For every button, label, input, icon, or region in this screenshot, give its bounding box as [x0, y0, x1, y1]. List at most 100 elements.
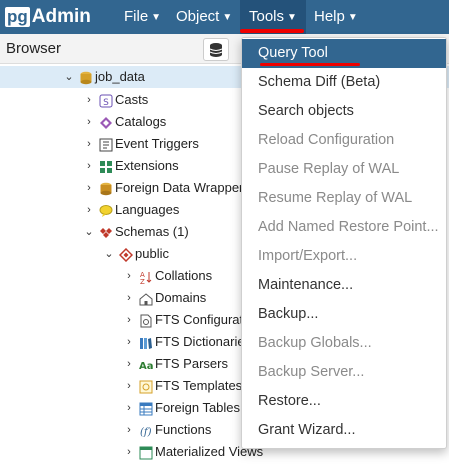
menu-item-schema-diff[interactable]: Schema Diff (Beta) [242, 68, 446, 97]
tree-node-label: Functions [155, 422, 212, 437]
menu-item-label: Backup Server... [258, 364, 365, 380]
top-navbar: pg Admin File ▼ Object ▼ Tools ▼ Help ▼ [0, 0, 449, 34]
menu-item-search-objects[interactable]: Search objects [242, 97, 446, 126]
tree-node-functions[interactable]: › (f) Functions [122, 419, 211, 441]
svg-text:Aa: Aa [139, 361, 153, 372]
logo-pg-mark: pg [5, 7, 30, 27]
schemas-icon [99, 225, 113, 239]
tree-node-schemas[interactable]: ⌄ Schemas (1) [82, 221, 189, 243]
menu-item-label: Maintenance... [258, 277, 354, 293]
chevron-right-icon[interactable]: › [122, 375, 136, 397]
menu-item-backup-server[interactable]: Backup Server... [242, 358, 446, 387]
menu-item-maintenance[interactable]: Maintenance... [242, 271, 446, 300]
extensions-icon [99, 159, 113, 173]
chevron-right-icon[interactable]: › [122, 441, 136, 463]
menu-object-label: Object [176, 8, 220, 25]
tree-node-foreign-data-wrapper[interactable]: › Foreign Data Wrapper [82, 177, 243, 199]
menu-item-label: Backup... [258, 306, 319, 322]
menu-tools-label: Tools [249, 8, 285, 25]
menu-item-grant-wizard[interactable]: Grant Wizard... [242, 416, 446, 445]
foreign-tables-icon [139, 401, 153, 416]
chevron-down-icon[interactable]: ⌄ [102, 243, 116, 265]
collations-icon: AZ [139, 269, 153, 286]
tree-node-fts-templates[interactable]: › FTS Templates [122, 375, 242, 397]
tree-node-label: Collations [155, 268, 213, 283]
menu-item-label: Restore... [258, 393, 321, 409]
chevron-down-icon[interactable]: ⌄ [62, 66, 76, 88]
chevron-right-icon[interactable]: › [122, 397, 136, 419]
menu-item-label: Resume Replay of WAL [258, 190, 413, 206]
menu-item-backup[interactable]: Backup... [242, 300, 446, 329]
tree-node-label: Extensions [115, 158, 179, 173]
chevron-right-icon[interactable]: › [82, 89, 96, 111]
query-tool-highlight-underline [260, 63, 360, 66]
chevron-down-icon[interactable]: ⌄ [82, 221, 96, 243]
menu-item-add-named-restore-point[interactable]: Add Named Restore Point... [242, 213, 446, 242]
catalogs-icon [99, 115, 113, 129]
chevron-down-icon: ▼ [347, 12, 358, 23]
menu-item-query-tool[interactable]: Query Tool [242, 39, 446, 68]
logo-admin-text: Admin [31, 6, 91, 27]
chevron-right-icon[interactable]: › [82, 133, 96, 155]
tree-node-casts[interactable]: › S Casts [82, 89, 148, 111]
chevron-right-icon[interactable]: › [82, 111, 96, 133]
tree-node-languages[interactable]: › Languages [82, 199, 179, 221]
casts-icon: S [99, 93, 113, 108]
tree-node-fts-parsers[interactable]: › Aa FTS Parsers [122, 353, 228, 375]
chevron-right-icon[interactable]: › [122, 331, 136, 353]
tree-node-label: Catalogs [115, 114, 167, 129]
chevron-right-icon[interactable]: › [82, 199, 96, 221]
tree-node-catalogs[interactable]: › Catalogs [82, 111, 166, 133]
tree-node-fts-dictionaries[interactable]: › FTS Dictionarie [122, 331, 245, 353]
chevron-right-icon[interactable]: › [122, 287, 136, 309]
database-icon [79, 70, 93, 85]
tree-node-label: Schemas (1) [115, 224, 189, 239]
tree-node-label: FTS Configurati [155, 312, 247, 327]
database-icon [209, 42, 223, 57]
menu-item-import-export[interactable]: Import/Export... [242, 242, 446, 271]
tools-dropdown-menu: Query Tool Schema Diff (Beta) Search obj… [241, 37, 447, 449]
tree-node-label: Foreign Tables [155, 400, 241, 415]
menu-help-label: Help [314, 8, 345, 25]
menu-item-label: Pause Replay of WAL [258, 161, 400, 177]
foreign-data-wrapper-icon [99, 181, 113, 196]
svg-text:S: S [103, 98, 109, 108]
chevron-right-icon[interactable]: › [82, 155, 96, 177]
tree-node-extensions[interactable]: › Extensions [82, 155, 179, 177]
svg-text:Z: Z [140, 278, 145, 284]
fts-config-icon [139, 313, 153, 328]
tree-node-label: FTS Dictionarie [155, 334, 245, 349]
menu-file[interactable]: File ▼ [124, 0, 161, 34]
chevron-right-icon[interactable]: › [122, 419, 136, 441]
menu-item-reload-configuration[interactable]: Reload Configuration [242, 126, 446, 155]
menu-item-label: Search objects [258, 103, 354, 119]
tree-node-label: public [135, 246, 169, 261]
tree-node-domains[interactable]: › Domains [122, 287, 206, 309]
tree-node-label: job_data [95, 69, 145, 84]
chevron-right-icon[interactable]: › [122, 265, 136, 287]
fts-dictionaries-icon [139, 335, 153, 349]
query-tool-button[interactable] [203, 38, 229, 61]
tree-node-label: Event Triggers [115, 136, 199, 151]
chevron-right-icon[interactable]: › [122, 309, 136, 331]
tree-node-foreign-tables[interactable]: › Foreign Tables [122, 397, 240, 419]
tree-node-public[interactable]: ⌄ public [102, 243, 169, 265]
menu-item-pause-replay-wal[interactable]: Pause Replay of WAL [242, 155, 446, 184]
languages-icon [99, 203, 113, 217]
menu-object[interactable]: Object ▼ [176, 0, 232, 34]
tree-node-fts-configurations[interactable]: › FTS Configurati [122, 309, 246, 331]
tree-node-event-triggers[interactable]: › Event Triggers [82, 133, 199, 155]
schema-icon [118, 247, 134, 263]
chevron-down-icon: ▼ [151, 12, 162, 23]
chevron-right-icon[interactable]: › [82, 177, 96, 199]
menu-item-backup-globals[interactable]: Backup Globals... [242, 329, 446, 358]
chevron-down-icon: ▼ [222, 12, 233, 23]
menu-help[interactable]: Help ▼ [314, 0, 358, 34]
chevron-right-icon[interactable]: › [122, 353, 136, 375]
fts-templates-icon [139, 379, 153, 394]
tree-node-label: Casts [115, 92, 149, 107]
tree-node-collations[interactable]: › AZ Collations [122, 265, 212, 287]
menu-item-restore[interactable]: Restore... [242, 387, 446, 416]
menu-item-resume-replay-wal[interactable]: Resume Replay of WAL [242, 184, 446, 213]
tree-node-label: FTS Parsers [155, 356, 228, 371]
